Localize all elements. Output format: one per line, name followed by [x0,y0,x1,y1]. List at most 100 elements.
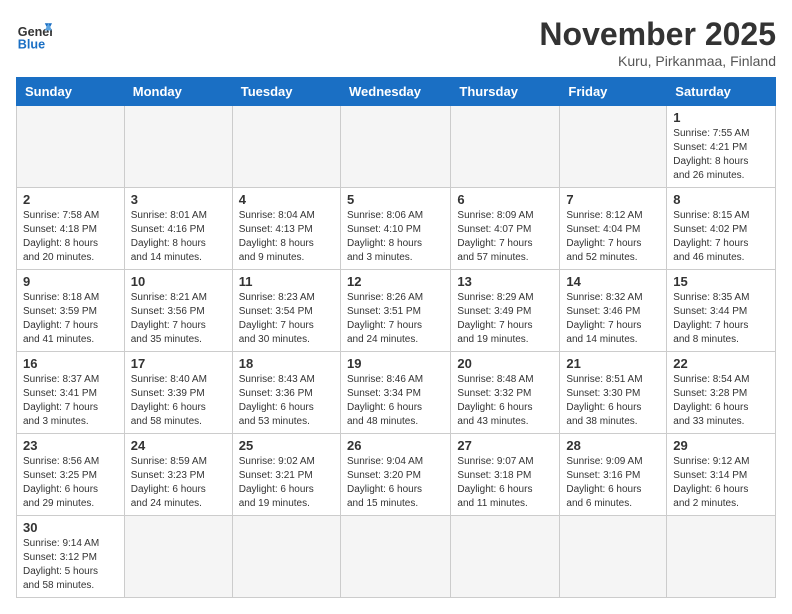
page-header: General Blue November 2025 Kuru, Pirkanm… [16,16,776,69]
calendar-day-cell: 2 Sunrise: 7:58 AM Sunset: 4:18 PM Daylig… [17,188,125,270]
day-info: Sunrise: 9:09 AM Sunset: 3:16 PM Dayligh… [566,455,660,511]
calendar-day-cell: 29 Sunrise: 9:12 AM Sunset: 3:14 PM Dayli… [667,434,776,516]
day-number: 1 [673,110,769,125]
day-info: Sunrise: 8:54 AM Sunset: 3:28 PM Dayligh… [673,373,769,429]
day-info: Sunrise: 8:21 AM Sunset: 3:56 PM Dayligh… [131,291,226,347]
day-info: Sunrise: 8:35 AM Sunset: 3:44 PM Dayligh… [673,291,769,347]
day-of-week-header: Tuesday [232,78,340,106]
day-info: Sunrise: 8:51 AM Sunset: 3:30 PM Dayligh… [566,373,660,429]
day-info: Sunrise: 8:43 AM Sunset: 3:36 PM Dayligh… [239,373,334,429]
day-number: 10 [131,274,226,289]
day-of-week-header: Saturday [667,78,776,106]
calendar-day-cell [124,106,232,188]
calendar-day-cell: 5 Sunrise: 8:06 AM Sunset: 4:10 PM Daylig… [340,188,450,270]
calendar-day-cell [340,106,450,188]
day-number: 9 [23,274,118,289]
day-info: Sunrise: 7:58 AM Sunset: 4:18 PM Dayligh… [23,209,118,265]
calendar-day-cell: 6 Sunrise: 8:09 AM Sunset: 4:07 PM Daylig… [451,188,560,270]
day-number: 24 [131,438,226,453]
svg-text:Blue: Blue [18,37,45,51]
day-info: Sunrise: 8:29 AM Sunset: 3:49 PM Dayligh… [457,291,553,347]
day-info: Sunrise: 8:59 AM Sunset: 3:23 PM Dayligh… [131,455,226,511]
day-number: 29 [673,438,769,453]
day-number: 16 [23,356,118,371]
calendar-day-cell [451,516,560,598]
day-number: 20 [457,356,553,371]
day-info: Sunrise: 8:23 AM Sunset: 3:54 PM Dayligh… [239,291,334,347]
day-info: Sunrise: 7:55 AM Sunset: 4:21 PM Dayligh… [673,127,769,183]
day-info: Sunrise: 8:15 AM Sunset: 4:02 PM Dayligh… [673,209,769,265]
day-info: Sunrise: 8:32 AM Sunset: 3:46 PM Dayligh… [566,291,660,347]
calendar-day-cell [560,106,667,188]
logo: General Blue [16,16,52,52]
day-of-week-header: Thursday [451,78,560,106]
calendar-day-cell: 21 Sunrise: 8:51 AM Sunset: 3:30 PM Dayli… [560,352,667,434]
title-block: November 2025 Kuru, Pirkanmaa, Finland [539,16,776,69]
day-number: 19 [347,356,444,371]
day-number: 2 [23,192,118,207]
day-number: 5 [347,192,444,207]
day-number: 22 [673,356,769,371]
calendar-day-cell [232,516,340,598]
day-number: 23 [23,438,118,453]
calendar-day-cell: 9 Sunrise: 8:18 AM Sunset: 3:59 PM Daylig… [17,270,125,352]
calendar-week-row: 30Sunrise: 9:14 AM Sunset: 3:12 PM Dayli… [17,516,776,598]
day-number: 12 [347,274,444,289]
day-info: Sunrise: 8:37 AM Sunset: 3:41 PM Dayligh… [23,373,118,429]
day-info: Sunrise: 9:07 AM Sunset: 3:18 PM Dayligh… [457,455,553,511]
day-number: 26 [347,438,444,453]
day-number: 17 [131,356,226,371]
calendar-day-cell: 12 Sunrise: 8:26 AM Sunset: 3:51 PM Dayli… [340,270,450,352]
day-info: Sunrise: 8:04 AM Sunset: 4:13 PM Dayligh… [239,209,334,265]
location-subtitle: Kuru, Pirkanmaa, Finland [539,53,776,69]
calendar-day-cell: 19Sunrise: 8:46 AM Sunset: 3:34 PM Dayli… [340,352,450,434]
calendar-day-cell: 16 Sunrise: 8:37 AM Sunset: 3:41 PM Dayli… [17,352,125,434]
day-number: 14 [566,274,660,289]
day-number: 8 [673,192,769,207]
calendar-day-cell: 17Sunrise: 8:40 AM Sunset: 3:39 PM Dayli… [124,352,232,434]
day-info: Sunrise: 8:26 AM Sunset: 3:51 PM Dayligh… [347,291,444,347]
calendar-day-cell [560,516,667,598]
day-number: 6 [457,192,553,207]
calendar-day-cell: 1 Sunrise: 7:55 AM Sunset: 4:21 PM Daylig… [667,106,776,188]
day-info: Sunrise: 8:48 AM Sunset: 3:32 PM Dayligh… [457,373,553,429]
day-info: Sunrise: 8:09 AM Sunset: 4:07 PM Dayligh… [457,209,553,265]
day-info: Sunrise: 9:12 AM Sunset: 3:14 PM Dayligh… [673,455,769,511]
calendar-day-cell: 26 Sunrise: 9:04 AM Sunset: 3:20 PM Dayli… [340,434,450,516]
calendar-day-cell: 8 Sunrise: 8:15 AM Sunset: 4:02 PM Daylig… [667,188,776,270]
calendar-day-cell: 15Sunrise: 8:35 AM Sunset: 3:44 PM Dayli… [667,270,776,352]
calendar-day-cell: 23 Sunrise: 8:56 AM Sunset: 3:25 PM Dayli… [17,434,125,516]
day-info: Sunrise: 8:06 AM Sunset: 4:10 PM Dayligh… [347,209,444,265]
day-info: Sunrise: 8:56 AM Sunset: 3:25 PM Dayligh… [23,455,118,511]
calendar-day-cell: 22 Sunrise: 8:54 AM Sunset: 3:28 PM Dayli… [667,352,776,434]
day-of-week-header: Monday [124,78,232,106]
day-number: 4 [239,192,334,207]
day-info: Sunrise: 9:02 AM Sunset: 3:21 PM Dayligh… [239,455,334,511]
calendar-header-row: SundayMondayTuesdayWednesdayThursdayFrid… [17,78,776,106]
day-info: Sunrise: 9:04 AM Sunset: 3:20 PM Dayligh… [347,455,444,511]
day-number: 28 [566,438,660,453]
day-of-week-header: Friday [560,78,667,106]
calendar-day-cell: 3Sunrise: 8:01 AM Sunset: 4:16 PM Daylig… [124,188,232,270]
calendar-day-cell: 4 Sunrise: 8:04 AM Sunset: 4:13 PM Daylig… [232,188,340,270]
calendar-day-cell: 30Sunrise: 9:14 AM Sunset: 3:12 PM Dayli… [17,516,125,598]
month-year-title: November 2025 [539,16,776,53]
day-number: 27 [457,438,553,453]
calendar-day-cell: 18 Sunrise: 8:43 AM Sunset: 3:36 PM Dayli… [232,352,340,434]
day-number: 25 [239,438,334,453]
day-number: 21 [566,356,660,371]
calendar-day-cell [124,516,232,598]
day-number: 18 [239,356,334,371]
calendar-day-cell [451,106,560,188]
day-number: 7 [566,192,660,207]
calendar-day-cell: 13Sunrise: 8:29 AM Sunset: 3:49 PM Dayli… [451,270,560,352]
calendar-day-cell: 25 Sunrise: 9:02 AM Sunset: 3:21 PM Dayli… [232,434,340,516]
calendar-day-cell: 10 Sunrise: 8:21 AM Sunset: 3:56 PM Dayli… [124,270,232,352]
calendar-day-cell: 7Sunrise: 8:12 AM Sunset: 4:04 PM Daylig… [560,188,667,270]
calendar-day-cell: 24 Sunrise: 8:59 AM Sunset: 3:23 PM Dayli… [124,434,232,516]
calendar-day-cell: 28 Sunrise: 9:09 AM Sunset: 3:16 PM Dayli… [560,434,667,516]
calendar-week-row: 16 Sunrise: 8:37 AM Sunset: 3:41 PM Dayli… [17,352,776,434]
calendar-day-cell [340,516,450,598]
day-info: Sunrise: 8:18 AM Sunset: 3:59 PM Dayligh… [23,291,118,347]
day-number: 3 [131,192,226,207]
